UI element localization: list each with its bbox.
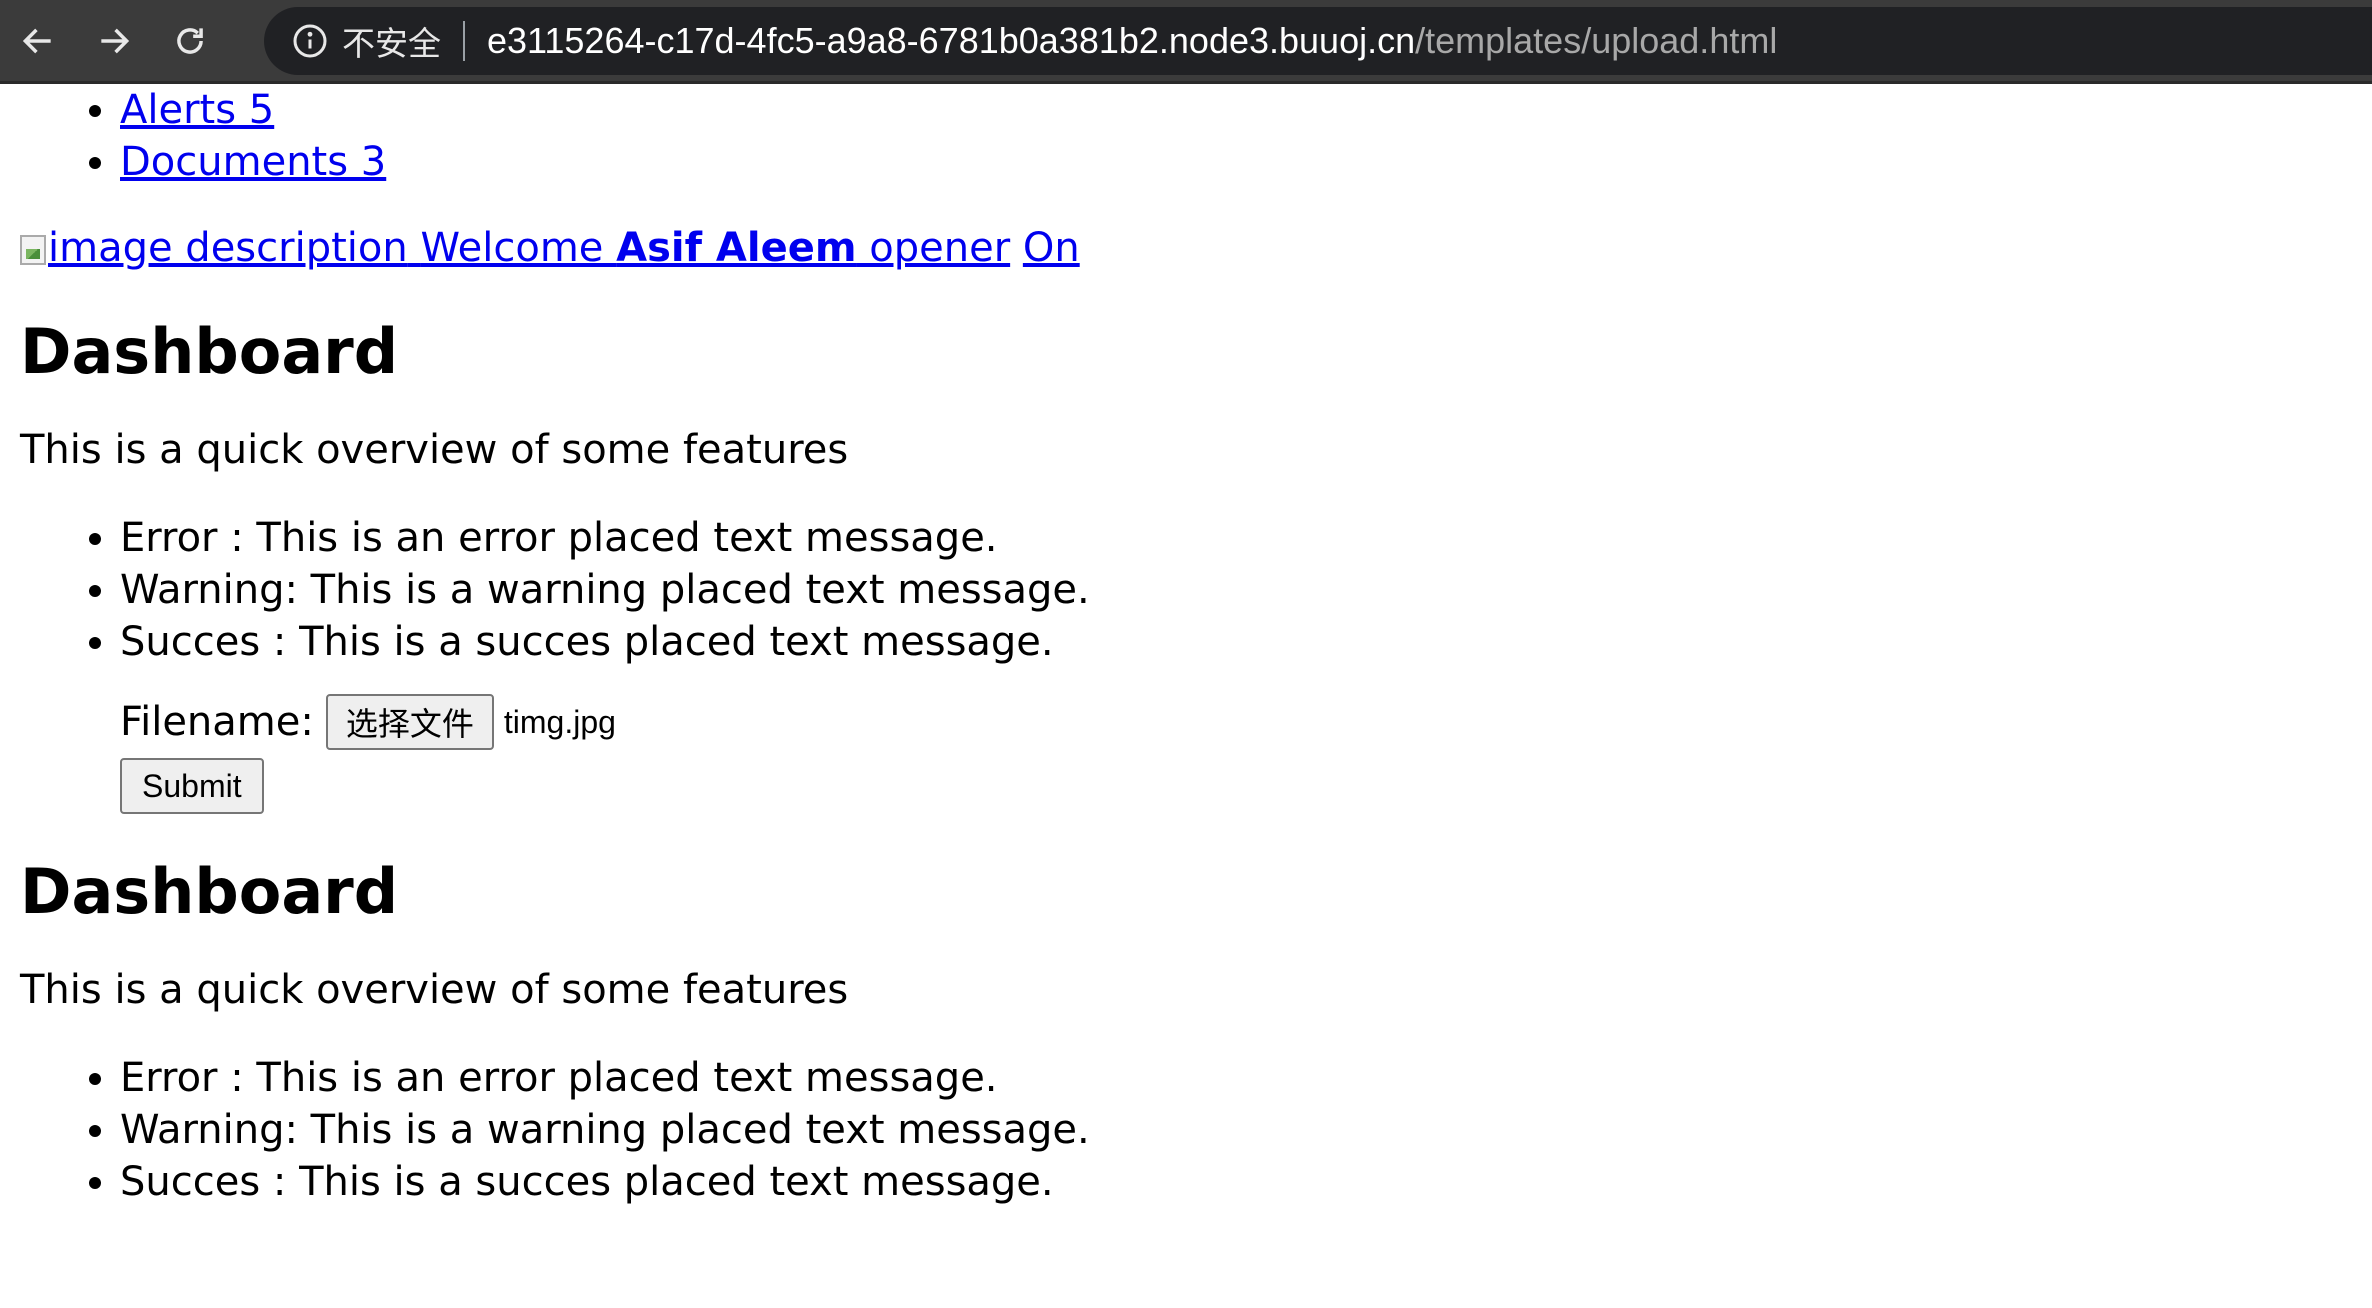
feature-success: Succes : This is a succes placed text me… — [120, 1156, 2352, 1208]
choose-file-button[interactable]: 选择文件 — [325, 694, 494, 750]
address-bar[interactable]: 不安全 e3115264-c17d-4fc5-a9a8-6781b0a381b2… — [264, 6, 2372, 75]
list-item: Documents 3 — [120, 136, 2352, 188]
forward-arrow-icon — [101, 28, 130, 53]
info-icon[interactable] — [292, 23, 328, 59]
nav-list: Alerts 5 Documents 3 — [20, 84, 2352, 188]
broken-image-icon — [20, 235, 46, 265]
file-row: Filename: 选择文件 timg.jpg — [120, 692, 2352, 752]
selected-file-name: timg.jpg — [503, 703, 616, 740]
back-arrow-icon — [22, 28, 51, 53]
security-label[interactable]: 不安全 — [342, 17, 441, 65]
image-alt-text: image description — [48, 225, 408, 271]
filename-label: Filename: — [120, 699, 314, 745]
address-separator — [463, 20, 465, 61]
documents-link[interactable]: Documents 3 — [120, 139, 386, 185]
welcome-line: image description Welcome Asif Aleem ope… — [20, 222, 2352, 274]
profile-link[interactable]: image description Welcome Asif Aleem ope… — [20, 225, 1010, 271]
url-host[interactable]: e3115264-c17d-4fc5-a9a8-6781b0a381b2.nod… — [487, 20, 1415, 62]
dashboard-title: Dashboard — [20, 855, 399, 928]
dashboard-lead: This is a quick overview of some feature… — [20, 967, 849, 1013]
feature-error: Error : This is an error placed text mes… — [120, 512, 2352, 564]
page-content: Alerts 5 Documents 3 image description W… — [0, 84, 2372, 1208]
feature-error: Error : This is an error placed text mes… — [120, 1052, 2352, 1104]
welcome-text: Welcome — [420, 225, 617, 271]
on-link[interactable]: On — [1023, 225, 1080, 271]
url-path[interactable]: /templates/upload.html — [1415, 20, 1777, 62]
feature-warning: Warning: This is a warning placed text m… — [120, 564, 2352, 616]
reload-icon — [177, 27, 203, 54]
browser-toolbar: 不安全 e3115264-c17d-4fc5-a9a8-6781b0a381b2… — [0, 0, 2372, 84]
forward-button[interactable] — [76, 0, 152, 83]
alerts-link[interactable]: Alerts 5 — [120, 87, 274, 133]
feature-list: Error : This is an error placed text mes… — [20, 512, 2352, 668]
feature-list: Error : This is an error placed text mes… — [20, 1052, 2352, 1208]
back-button[interactable] — [0, 0, 76, 83]
submit-button[interactable]: Submit — [120, 758, 264, 814]
list-item: Alerts 5 — [120, 84, 2352, 136]
reload-button[interactable] — [152, 0, 228, 83]
dashboard-title: Dashboard — [20, 315, 399, 388]
dashboard-lead: This is a quick overview of some feature… — [20, 427, 849, 473]
opener-text: opener — [856, 225, 1011, 271]
upload-form: Filename: 选择文件 timg.jpg Submit — [20, 692, 2352, 814]
feature-success: Succes : This is a succes placed text me… — [120, 616, 2352, 668]
feature-warning: Warning: This is a warning placed text m… — [120, 1104, 2352, 1156]
user-name: Asif Aleem — [616, 225, 857, 271]
